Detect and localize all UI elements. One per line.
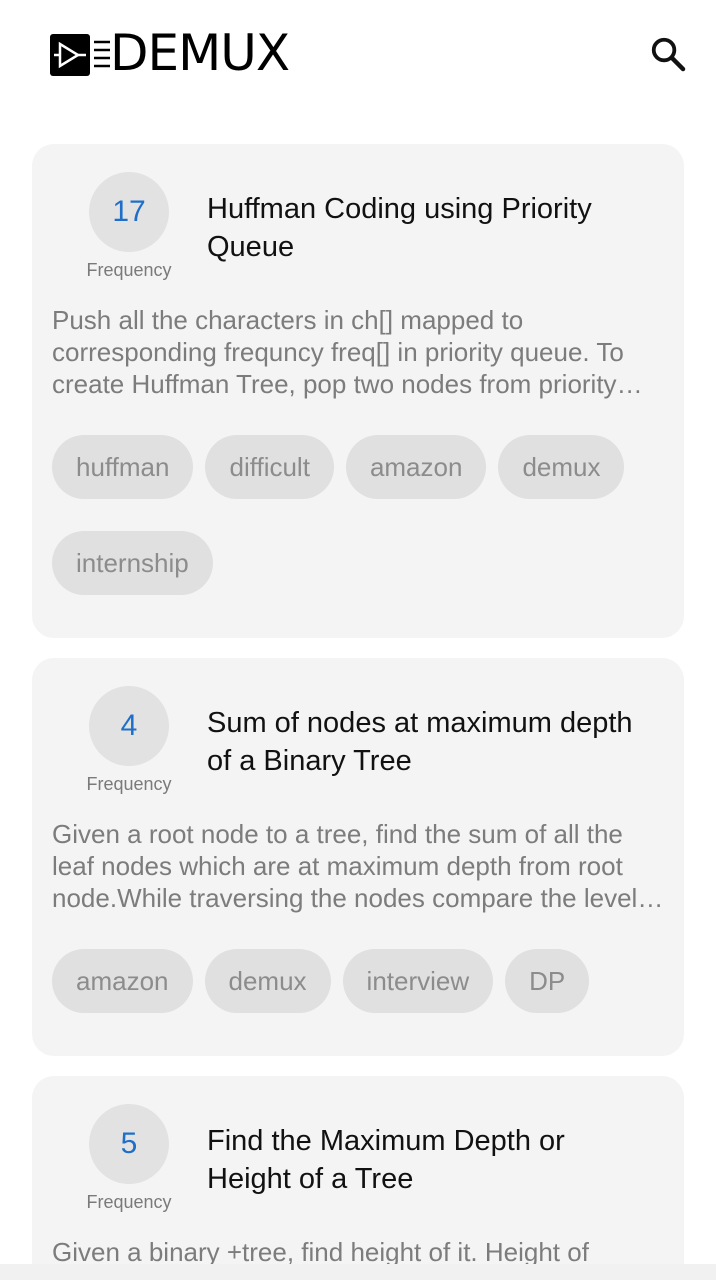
tag-chip[interactable]: DP bbox=[505, 949, 590, 1013]
logo-text: DEMUX bbox=[110, 24, 290, 82]
tag-chip[interactable]: difficult bbox=[205, 435, 334, 499]
frequency-badge: 4 Frequency bbox=[82, 686, 176, 794]
tag-chip[interactable]: amazon bbox=[52, 949, 193, 1013]
post-card[interactable]: 17 Frequency Huffman Coding using Priori… bbox=[32, 144, 684, 638]
demux-logo[interactable]: DEMUX bbox=[48, 28, 338, 82]
tag-list: amazon demux interview DP bbox=[52, 949, 672, 1013]
post-card[interactable]: 4 Frequency Sum of nodes at maximum dept… bbox=[32, 658, 684, 1056]
tag-chip[interactable]: demux bbox=[204, 949, 331, 1013]
frequency-label: Frequency bbox=[86, 1192, 172, 1212]
tag-chip[interactable]: internship bbox=[52, 531, 213, 595]
post-feed[interactable]: 17 Frequency Huffman Coding using Priori… bbox=[32, 144, 684, 1264]
frequency-count: 4 bbox=[89, 686, 169, 766]
frequency-count: 17 bbox=[89, 172, 169, 252]
post-description: Given a binary +tree, find height of it.… bbox=[52, 1237, 589, 1264]
tag-chip[interactable]: huffman bbox=[52, 435, 194, 499]
tag-chip[interactable]: amazon bbox=[345, 435, 487, 499]
logo-chip-icon bbox=[50, 34, 110, 76]
post-description: Given a root node to a tree, find the su… bbox=[52, 819, 638, 913]
search-icon bbox=[651, 37, 686, 72]
app-header: DEMUX bbox=[0, 0, 716, 110]
frequency-badge: 17 Frequency bbox=[82, 172, 176, 280]
bottom-divider bbox=[0, 1264, 716, 1280]
tag-chip[interactable]: demux bbox=[498, 435, 625, 499]
post-card[interactable]: 5 Frequency Find the Maximum Depth or He… bbox=[32, 1076, 684, 1264]
tag-list: huffman difficult amazon demux internshi… bbox=[52, 435, 672, 595]
tag-chip[interactable]: interview bbox=[342, 949, 494, 1013]
post-description: Push all the characters in ch[] mapped t… bbox=[52, 305, 624, 399]
post-title[interactable]: Sum of nodes at maximum depth of a Binar… bbox=[207, 704, 647, 780]
frequency-badge: 5 Frequency bbox=[82, 1104, 176, 1212]
frequency-label: Frequency bbox=[86, 774, 172, 794]
frequency-count: 5 bbox=[89, 1104, 169, 1184]
frequency-label: Frequency bbox=[86, 260, 172, 280]
post-title[interactable]: Find the Maximum Depth or Height of a Tr… bbox=[207, 1122, 647, 1198]
post-title[interactable]: Huffman Coding using Priority Queue bbox=[207, 190, 647, 266]
search-button[interactable] bbox=[646, 32, 690, 76]
